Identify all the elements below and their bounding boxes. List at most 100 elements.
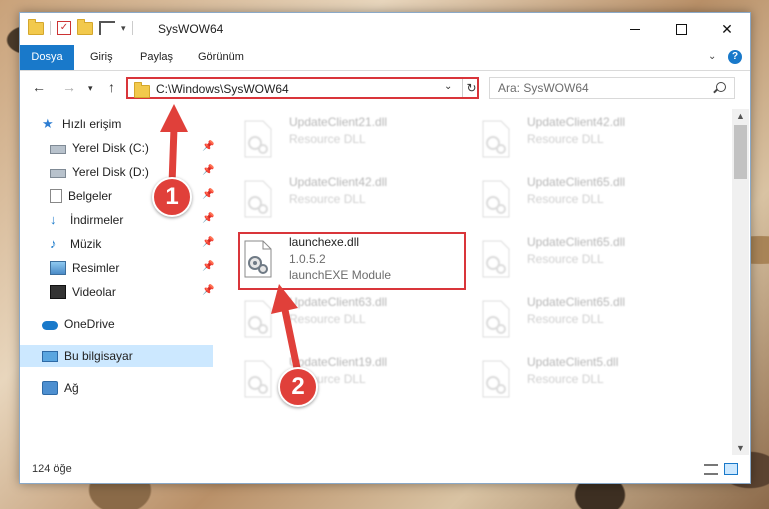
file-tile[interactable]: UpdateClient65.dll Resource DLL — [479, 233, 704, 289]
file-description: Resource DLL — [527, 192, 604, 206]
ribbon-tabs: Dosya Giriş Paylaş Görünüm ⌄ ? — [20, 45, 750, 71]
file-tile[interactable]: UpdateClient42.dll Resource DLL — [241, 173, 466, 229]
tab-file[interactable]: Dosya — [20, 45, 74, 70]
file-name: UpdateClient65.dll — [527, 175, 626, 189]
maximize-button[interactable] — [658, 13, 704, 45]
quick-access-toolbar: ✓ ▾ — [28, 18, 133, 35]
file-name: UpdateClient42.dll — [527, 115, 626, 129]
cloud-icon — [42, 320, 58, 330]
file-description: Resource DLL — [289, 312, 366, 326]
nav-item-label: Videolar — [72, 285, 116, 299]
minimize-button[interactable] — [612, 13, 658, 45]
properties-check-icon[interactable]: ✓ — [57, 21, 71, 35]
back-arrow-icon[interactable]: ← — [32, 79, 46, 95]
file-tile[interactable]: UpdateClient21.dll Resource DLL — [241, 113, 466, 169]
tab-home[interactable]: Giriş — [90, 45, 113, 70]
nav-music[interactable]: ♪ Müzik 📌 — [50, 233, 214, 255]
file-name: UpdateClient63.dll — [289, 295, 388, 309]
dll-file-icon — [482, 180, 510, 218]
dll-file-icon — [482, 300, 510, 338]
address-bar[interactable]: C:\Windows\SysWOW64 ⌄ ↻ — [126, 77, 479, 99]
recent-locations-chevron-icon[interactable]: ▾ — [88, 83, 93, 94]
file-tile[interactable]: UpdateClient19.dll Resource DLL — [241, 353, 466, 409]
dll-file-icon — [482, 240, 510, 278]
chevron-down-icon[interactable]: ▾ — [121, 23, 126, 34]
dll-file-icon — [482, 360, 510, 398]
nav-downloads[interactable]: ↓ İndirmeler 📌 — [50, 209, 214, 231]
title-bar: ✓ ▾ SysWOW64 ✕ — [20, 13, 750, 45]
scroll-down-icon[interactable]: ▼ — [736, 443, 745, 453]
tab-view[interactable]: Görünüm — [198, 45, 244, 70]
pin-icon[interactable]: 📌 — [202, 166, 214, 176]
file-tile[interactable]: UpdateClient65.dll Resource DLL — [479, 173, 704, 229]
tiles-view-icon[interactable] — [724, 463, 738, 475]
dll-file-icon — [244, 300, 272, 338]
vertical-scrollbar[interactable]: ▲ ▼ — [732, 109, 749, 455]
file-name: UpdateClient65.dll — [527, 295, 626, 309]
refresh-icon[interactable]: ↻ — [462, 79, 480, 97]
file-highlight-box — [238, 232, 466, 290]
computer-icon — [42, 350, 58, 362]
new-folder-icon[interactable] — [77, 18, 93, 35]
navigation-pane: ★ Hızlı erişim Yerel Disk (C:) 📌 Yerel D… — [20, 113, 215, 453]
address-path[interactable]: C:\Windows\SysWOW64 — [156, 82, 289, 96]
file-description: Resource DLL — [289, 192, 366, 206]
file-name: UpdateClient5.dll — [527, 355, 619, 369]
file-name: UpdateClient65.dll — [527, 235, 626, 249]
status-bar: 124 öğe — [20, 459, 750, 481]
pin-icon[interactable]: 📌 — [202, 238, 214, 248]
video-icon — [50, 285, 66, 299]
nav-videos[interactable]: Videolar 📌 — [50, 281, 214, 303]
download-icon: ↓ — [50, 212, 57, 227]
nav-quick-access[interactable]: ★ Hızlı erişim — [42, 113, 213, 135]
music-icon: ♪ — [50, 236, 57, 251]
help-icon[interactable]: ? — [728, 50, 742, 64]
nav-this-pc[interactable]: Bu bilgisayar — [20, 345, 213, 367]
tab-share[interactable]: Paylaş — [140, 45, 173, 70]
pin-icon[interactable]: 📌 — [202, 142, 214, 152]
expand-ribbon-chevron-icon[interactable]: ⌄ — [708, 51, 716, 62]
customize-icon[interactable] — [99, 21, 115, 35]
details-view-icon[interactable] — [704, 464, 718, 475]
dll-file-icon — [244, 360, 272, 398]
file-description: Resource DLL — [289, 132, 366, 146]
file-name: UpdateClient42.dll — [289, 175, 388, 189]
scroll-up-icon[interactable]: ▲ — [736, 111, 745, 121]
file-tile[interactable]: UpdateClient65.dll Resource DLL — [479, 293, 704, 349]
nav-item-label: Ağ — [64, 381, 79, 395]
file-tile[interactable]: UpdateClient42.dll Resource DLL — [479, 113, 704, 169]
nav-item-label: Hızlı erişim — [62, 117, 122, 131]
forward-arrow-icon[interactable]: → — [62, 79, 76, 95]
nav-pictures[interactable]: Resimler 📌 — [50, 257, 214, 279]
file-description: Resource DLL — [527, 252, 604, 266]
nav-item-label: Müzik — [70, 237, 102, 251]
nav-local-disk-d[interactable]: Yerel Disk (D:) 📌 — [50, 161, 214, 183]
pin-icon[interactable]: 📌 — [202, 214, 214, 224]
pin-icon[interactable]: 📌 — [202, 286, 214, 296]
separator — [50, 21, 51, 35]
file-tile[interactable]: UpdateClient5.dll Resource DLL — [479, 353, 704, 409]
folder-icon — [28, 18, 44, 35]
nav-item-label: OneDrive — [64, 317, 115, 331]
nav-local-disk-c[interactable]: Yerel Disk (C:) 📌 — [50, 137, 214, 159]
nav-onedrive[interactable]: OneDrive — [42, 313, 213, 335]
pin-icon[interactable]: 📌 — [202, 190, 214, 200]
minimize-icon — [630, 28, 640, 30]
search-placeholder[interactable]: Ara: SysWOW64 — [498, 81, 589, 95]
close-button[interactable]: ✕ — [704, 13, 750, 45]
nav-network[interactable]: Ağ — [42, 377, 213, 399]
star-icon: ★ — [42, 116, 54, 131]
search-box[interactable]: Ara: SysWOW64 — [489, 77, 735, 99]
nav-item-label: Bu bilgisayar — [64, 349, 133, 363]
nav-item-label: Resimler — [72, 261, 120, 275]
nav-item-label: Yerel Disk (D:) — [72, 165, 149, 179]
search-icon[interactable] — [716, 82, 726, 92]
scroll-thumb[interactable] — [734, 125, 747, 179]
file-tile[interactable]: UpdateClient63.dll Resource DLL — [241, 293, 466, 349]
address-dropdown-chevron-icon[interactable]: ⌄ — [444, 81, 452, 92]
up-arrow-icon[interactable]: ↑ — [108, 79, 115, 95]
pin-icon[interactable]: 📌 — [202, 262, 214, 272]
disk-icon — [50, 169, 66, 178]
file-name: UpdateClient21.dll — [289, 115, 388, 129]
file-description: Resource DLL — [527, 312, 604, 326]
